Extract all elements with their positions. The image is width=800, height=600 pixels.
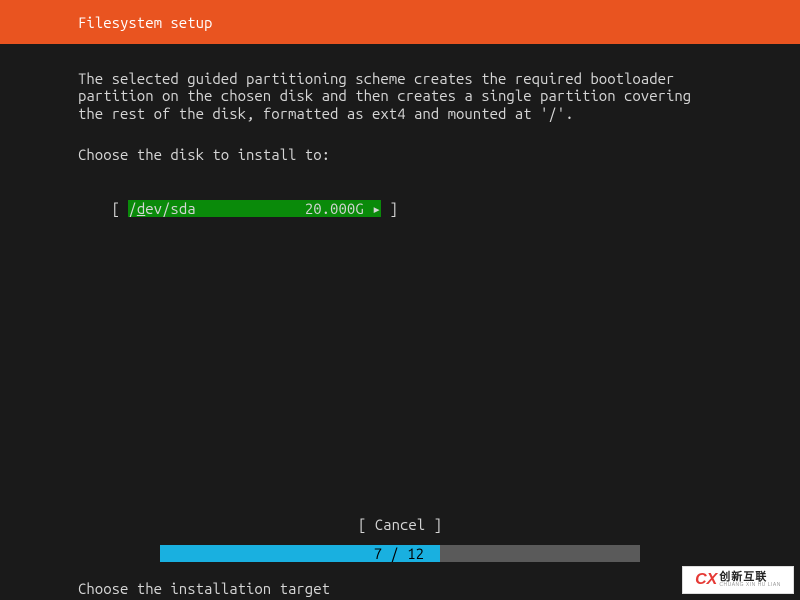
disk-path-prefix: / bbox=[128, 200, 136, 217]
footer-text: Choose the installation target bbox=[78, 580, 330, 597]
disk-option[interactable]: [ /dev/sda 20.000G ▸ ] bbox=[78, 183, 398, 235]
cancel-button[interactable]: [ Cancel ] bbox=[0, 516, 800, 533]
progress-fill: 7 / 12 bbox=[160, 545, 440, 562]
disk-size: 20.000G bbox=[305, 200, 364, 217]
cancel-label: [ Cancel ] bbox=[358, 516, 442, 533]
watermark-bottom: CHUANG XIN HU LIAN bbox=[719, 583, 781, 588]
watermark-cx: CX bbox=[695, 571, 717, 589]
watermark-cn: 创新互联 CHUANG XIN HU LIAN bbox=[719, 572, 781, 588]
progress-pad-left bbox=[0, 545, 160, 562]
bracket-left: [ bbox=[112, 200, 129, 217]
page-title: Filesystem setup bbox=[78, 14, 212, 31]
content-area: The selected guided partitioning scheme … bbox=[0, 44, 800, 235]
bracket-right: ] bbox=[381, 200, 398, 217]
progress-label: 7 / 12 bbox=[374, 545, 424, 562]
disk-spacer bbox=[196, 200, 305, 217]
disk-path-rest: ev/sda bbox=[145, 200, 195, 217]
prompt-text: Choose the disk to install to: bbox=[78, 146, 722, 163]
progress-remain bbox=[440, 545, 640, 562]
chevron-right-icon: ▸ bbox=[372, 200, 381, 217]
progress-pad-right bbox=[640, 545, 800, 562]
disk-select-highlight: /dev/sda 20.000G ▸ bbox=[128, 200, 381, 217]
description-text: The selected guided partitioning scheme … bbox=[78, 70, 722, 122]
header-bar: Filesystem setup bbox=[0, 0, 800, 44]
progress-bar: 7 / 12 bbox=[0, 545, 800, 562]
watermark-logo: CX 创新互联 CHUANG XIN HU LIAN bbox=[682, 566, 794, 594]
disk-path-underline: d bbox=[137, 200, 145, 217]
progress-area: 7 / 12 bbox=[0, 545, 800, 562]
